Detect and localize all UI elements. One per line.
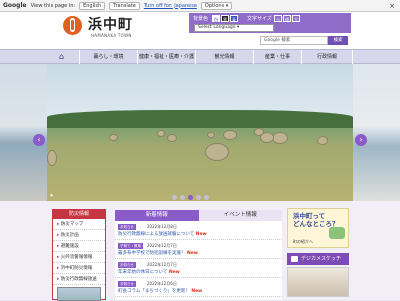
bg-blue-button[interactable]: 青 xyxy=(230,15,238,22)
nav-item-health[interactable]: 健康・福祉・医療・介護 xyxy=(137,50,195,64)
disaster-link[interactable]: 避難施設 xyxy=(53,241,105,252)
bg-color-label: 背景色 xyxy=(193,16,209,22)
accessibility-tools: 背景色 白 黒 青 文字サイズ 小 標 大 Select Language ▾ xyxy=(189,13,351,33)
news-category: 子育て・教育 xyxy=(118,243,143,249)
new-badge: New xyxy=(186,251,198,256)
news-item[interactable]: お知らせ 2022年12月7日 年末年始の休日について New xyxy=(115,259,282,278)
slide-preview-next xyxy=(353,64,400,201)
hay-bale xyxy=(109,134,118,141)
news-title-link[interactable]: 防災行政無線による放送試験について xyxy=(118,232,194,237)
disaster-link[interactable]: 防災行政無線放送 xyxy=(53,274,105,285)
hay-bale xyxy=(207,132,215,138)
hay-bale xyxy=(205,143,229,161)
text-size-label: 文字サイズ xyxy=(247,16,272,22)
nav-item-industry[interactable]: 産業・仕事 xyxy=(253,50,301,64)
new-badge: New xyxy=(195,232,207,237)
close-icon[interactable]: × xyxy=(388,2,396,10)
hay-bale xyxy=(167,134,177,142)
tab-event-info[interactable]: イベント情報 xyxy=(198,210,282,221)
slide-dot[interactable] xyxy=(172,195,177,200)
translate-options-button[interactable]: Options ▾ xyxy=(200,1,233,10)
news-title-link[interactable]: 霧多布中学校で防犯訓練を実施！ xyxy=(118,251,186,256)
news-date: 2022年12月7日 xyxy=(147,243,177,248)
disaster-info-heading: 防災情報 xyxy=(53,210,105,219)
search-input[interactable]: Google 検索 xyxy=(260,36,328,45)
disaster-link[interactable]: 火砕流警報情報 xyxy=(53,252,105,263)
news-category: お知らせ xyxy=(118,281,136,287)
slide-dot[interactable] xyxy=(196,195,201,200)
slide-dot[interactable] xyxy=(188,195,193,200)
hay-bale xyxy=(47,150,57,166)
select-language-dropdown[interactable]: Select Language ▾ xyxy=(194,24,274,32)
news-date: 2022年12月8日 xyxy=(147,224,177,229)
nav-item-administration[interactable]: 行政情報 xyxy=(301,50,353,64)
town-emblem-icon[interactable] xyxy=(63,16,82,35)
nav-item-living[interactable]: 暮らし・環境 xyxy=(79,50,137,64)
news-tabs: 新着情報 イベント情報 xyxy=(115,210,282,221)
slide-pause-icon[interactable]: ⏸ xyxy=(50,192,53,200)
digicam-sketch-photo[interactable] xyxy=(287,267,349,297)
town-name-en: HAMANAKA TOWN xyxy=(91,33,132,38)
text-standard-button[interactable]: 標 xyxy=(283,15,291,22)
bg-black-button[interactable]: 黒 xyxy=(221,15,229,22)
disaster-map-thumbnail[interactable] xyxy=(57,287,101,301)
new-badge: New xyxy=(168,270,180,275)
disaster-link[interactable]: 防災マップ xyxy=(53,219,105,230)
news-item[interactable]: お知らせ 2022年12月6日 町長コラム「まちづくり」を更新！ New xyxy=(115,278,282,297)
disaster-info-panel: 防災情報 防災マップ 防災計画 避難施設 火砕流警報情報 浜中町防災情報 防災行… xyxy=(52,209,106,301)
new-badge: New xyxy=(191,289,203,294)
hay-bale xyxy=(260,132,274,143)
banner-title-line1: 浜中町って xyxy=(293,212,326,220)
treeline xyxy=(47,110,353,128)
turn-off-link[interactable]: Turn off for: Japanese xyxy=(144,3,197,9)
text-large-button[interactable]: 大 xyxy=(292,15,300,22)
slide-next-button[interactable]: › xyxy=(355,134,367,146)
digicam-sketch-banner[interactable]: デジカメスケッチ xyxy=(287,253,349,265)
town-illustration-icon xyxy=(329,227,345,239)
disaster-link[interactable]: 浜中町防災情報 xyxy=(53,263,105,274)
bg-white-button[interactable]: 白 xyxy=(212,15,220,22)
news-category: お知らせ xyxy=(118,262,136,268)
slide-dot[interactable] xyxy=(204,195,209,200)
google-translate-bar: Google View this page in: English Transl… xyxy=(0,0,400,12)
nav-item-tourism[interactable]: 観光情報 xyxy=(195,50,253,64)
news-title-link[interactable]: 町長コラム「まちづくり」を更新！ xyxy=(118,289,190,294)
tab-new-info[interactable]: 新着情報 xyxy=(115,210,199,221)
right-banners: 浜中町って どんなところ？ 町の紹介へ デジカメスケッチ xyxy=(287,208,349,300)
translate-button[interactable]: Translate xyxy=(109,1,140,10)
google-logo: Google xyxy=(3,2,27,9)
slide-indicators xyxy=(172,195,209,200)
town-intro-banner[interactable]: 浜中町って どんなところ？ 町の紹介へ xyxy=(287,208,349,248)
hay-bale xyxy=(317,136,328,145)
hay-bale xyxy=(157,130,165,137)
view-page-in-label: View this page in: xyxy=(30,2,76,9)
site: 浜中町 HAMANAKA TOWN 背景色 白 黒 青 文字サイズ 小 標 大 … xyxy=(0,12,400,301)
hay-bale xyxy=(223,130,237,140)
news-category: お知らせ xyxy=(118,224,136,230)
news-item[interactable]: 子育て・教育 2022年12月7日 霧多布中学校で防犯訓練を実施！ New xyxy=(115,240,282,259)
header: 浜中町 HAMANAKA TOWN 背景色 白 黒 青 文字サイズ 小 標 大 … xyxy=(0,12,400,49)
banner-sub: 町の紹介へ xyxy=(293,239,313,244)
slide-prev-button[interactable]: ‹ xyxy=(33,134,45,146)
news-title-link[interactable]: 年末年始の休日について xyxy=(118,270,167,275)
hay-bale xyxy=(272,132,288,144)
news-date: 2022年12月7日 xyxy=(147,262,177,267)
slide-preview-prev xyxy=(0,64,47,201)
hero-slideshow-image xyxy=(47,64,353,201)
town-name[interactable]: 浜中町 xyxy=(88,14,133,34)
disaster-link[interactable]: 防災計画 xyxy=(53,230,105,241)
global-nav: ⌂ 暮らし・環境 健康・福祉・医療・介護 観光情報 産業・仕事 行政情報 xyxy=(0,49,400,64)
translate-language-select[interactable]: English xyxy=(79,1,106,10)
news-item[interactable]: お知らせ 2022年12月8日 防災行政無線による放送試験について New xyxy=(115,221,282,240)
text-small-button[interactable]: 小 xyxy=(274,15,282,22)
search-button[interactable]: 検索 xyxy=(328,36,348,45)
news-panel: 新着情報 イベント情報 お知らせ 2022年12月8日 防災行政無線による放送試… xyxy=(115,210,282,300)
slide-dot[interactable] xyxy=(180,195,185,200)
home-icon[interactable]: ⌂ xyxy=(44,50,79,64)
news-date: 2022年12月6日 xyxy=(147,281,177,286)
